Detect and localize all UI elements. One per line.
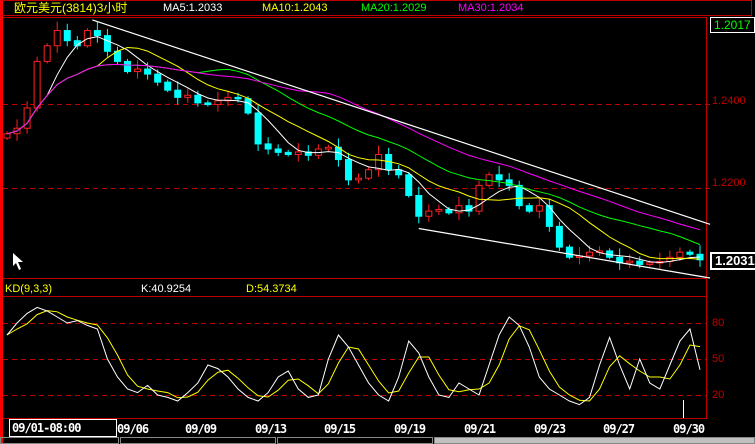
last-price-label: 1.2031	[710, 252, 755, 270]
date-tick: 09/09	[185, 422, 217, 436]
forex-chart-window: 欧元美元(3814)3小时 MA5:1.2033 MA10:1.2043 MA2…	[0, 0, 755, 444]
date-tick: 09/21	[464, 422, 496, 436]
candle-down	[495, 174, 503, 181]
ma30-line	[6, 63, 701, 231]
candle-down	[234, 96, 242, 100]
candle-up	[134, 68, 142, 73]
candle-up	[214, 100, 222, 106]
candle-down	[274, 148, 282, 153]
candle-down	[565, 246, 573, 258]
candle-down	[244, 98, 252, 114]
candle-down	[194, 94, 202, 104]
candle-down	[93, 30, 101, 37]
candle-up	[535, 205, 543, 212]
kd-tick: 50	[712, 353, 725, 365]
k-line	[6, 306, 701, 406]
bottom-panel-tab[interactable]	[120, 437, 276, 444]
top-price-label: 1.2017	[710, 17, 755, 33]
candle-up	[53, 30, 61, 47]
candle-down	[174, 89, 182, 98]
mouse-pointer-icon	[13, 253, 23, 270]
candle-down	[525, 205, 533, 212]
candle-down	[284, 151, 292, 155]
left-edge-marker	[0, 0, 3, 444]
date-tick: 09/30	[673, 422, 705, 436]
ma5-line	[6, 36, 701, 264]
candle-up	[294, 151, 302, 155]
symbol-title: 欧元美元(3814)3小时	[14, 1, 128, 15]
candle-up	[676, 251, 684, 258]
candle-up	[626, 260, 634, 264]
date-tick: 09/13	[255, 422, 287, 436]
cursor-date-label: 09/01-08:00	[9, 419, 117, 437]
chart-canvas[interactable]	[0, 0, 755, 444]
candle-up	[43, 45, 51, 62]
date-tick: 09/15	[324, 422, 356, 436]
candle-up	[324, 146, 332, 150]
ma5-value: MA5:1.2033	[163, 2, 223, 14]
candle-down	[445, 208, 453, 214]
candle-up	[435, 208, 443, 212]
candle-down	[124, 60, 132, 73]
candle-up	[425, 210, 433, 217]
kd-indicator-label: KD(9,3,3)	[5, 283, 53, 295]
candle-down	[204, 102, 212, 106]
kd-tick: 20	[712, 389, 725, 401]
ma10-line	[6, 46, 701, 260]
date-tick: 09/19	[394, 422, 426, 436]
candle-down	[636, 260, 644, 265]
date-tick: 09/27	[603, 422, 635, 436]
bottom-panel-area	[434, 437, 755, 444]
ma20-line	[6, 63, 701, 246]
ma30-value: MA30:1.2034	[458, 2, 524, 14]
candle-up	[184, 94, 192, 98]
candle-down	[254, 112, 262, 145]
candle-up	[33, 60, 41, 109]
candle-down	[154, 73, 162, 83]
price-tick: 1.2200	[712, 177, 746, 189]
k-value: K:40.9254	[141, 283, 192, 295]
bottom-panel-tab[interactable]	[0, 437, 119, 444]
d-value: D:54.3734	[246, 283, 297, 295]
date-tick: 09/06	[117, 422, 149, 436]
candle-down	[103, 35, 111, 52]
candle-up	[586, 251, 594, 257]
price-tick: 1.2400	[712, 95, 746, 107]
trendline-lower	[418, 227, 711, 279]
candle-down	[63, 30, 71, 42]
candle-up	[375, 153, 383, 171]
candle-up	[3, 133, 11, 139]
ma20-value: MA20:1.2029	[361, 2, 427, 14]
candle-down	[686, 251, 694, 255]
trendline-upper	[92, 19, 711, 225]
candle-down	[415, 195, 423, 217]
candle-down	[515, 184, 523, 207]
candle-up	[355, 177, 363, 181]
candle-down	[344, 159, 352, 181]
candle-down	[555, 225, 563, 248]
candle-up	[455, 205, 463, 214]
candle-down	[164, 81, 172, 91]
kd-tick: 80	[712, 317, 725, 329]
bottom-panel-tab[interactable]	[277, 437, 433, 444]
candle-up	[365, 169, 373, 179]
ma10-value: MA10:1.2043	[262, 2, 328, 14]
candle-down	[264, 143, 272, 150]
candle-up	[646, 262, 654, 265]
date-tick: 09/23	[534, 422, 566, 436]
candle-down	[405, 174, 413, 197]
candle-down	[144, 68, 152, 75]
